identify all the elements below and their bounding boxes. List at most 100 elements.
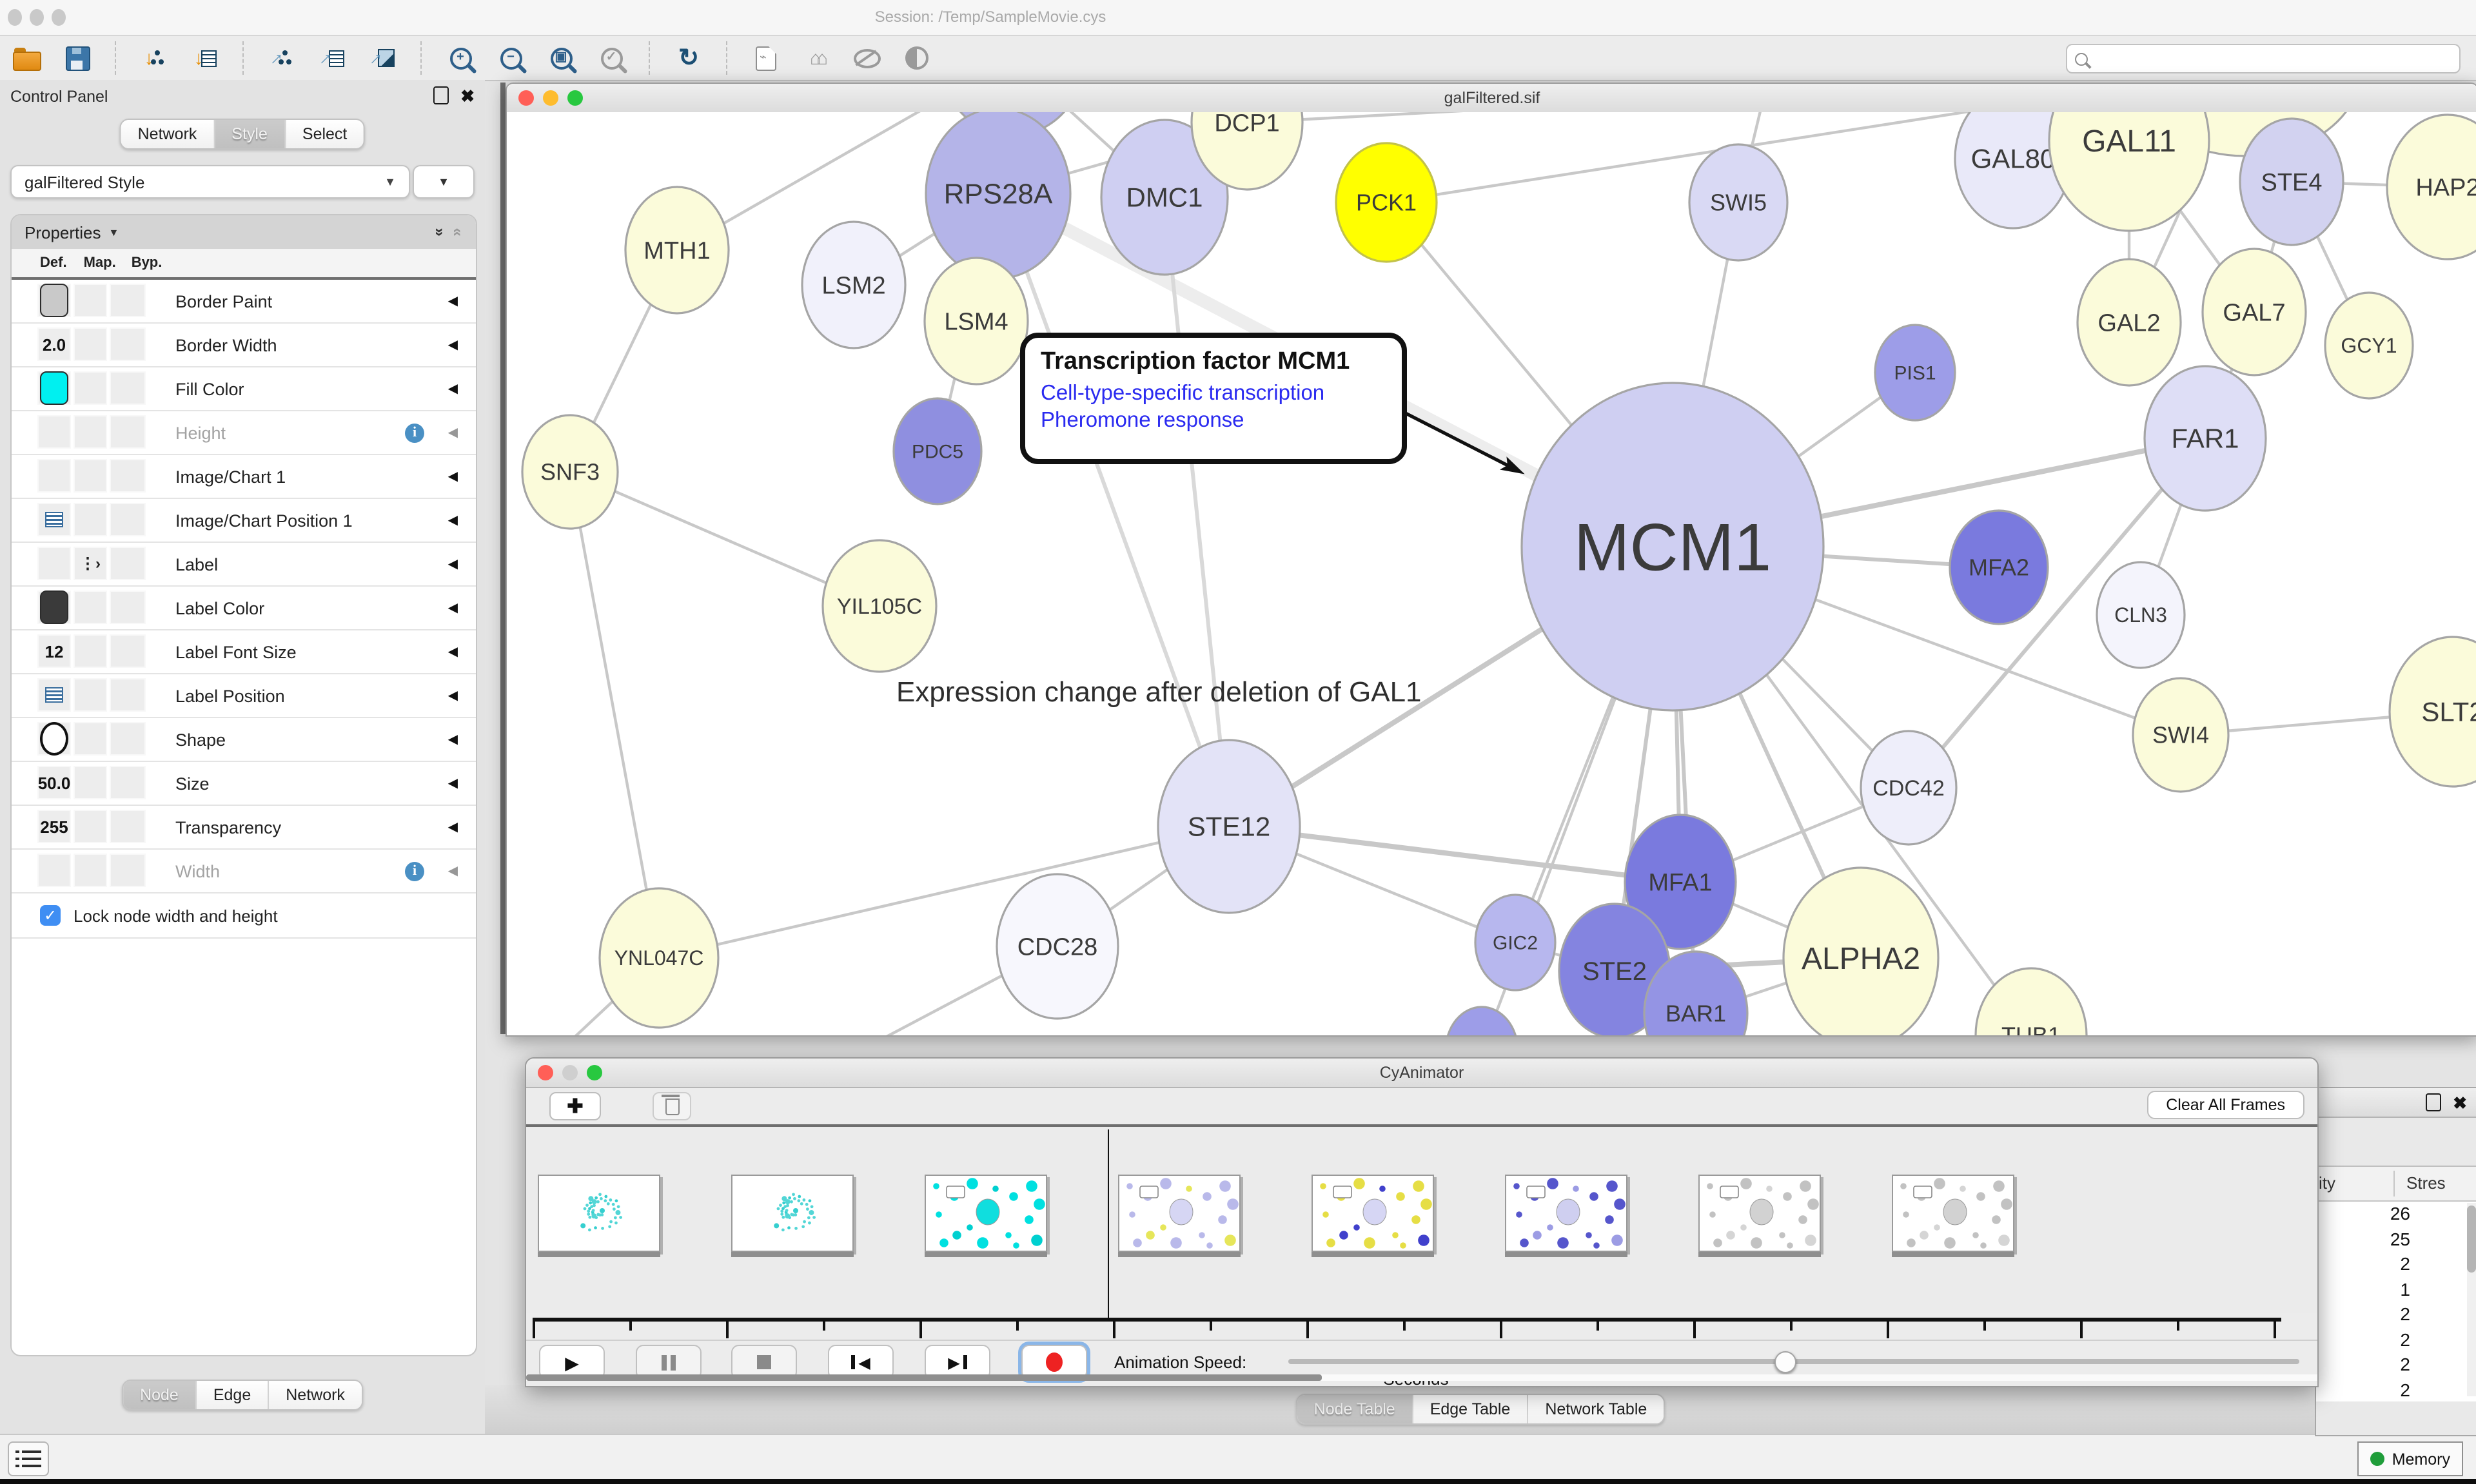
expand-row-icon[interactable]: ◀ [448, 601, 458, 615]
mapping-cell[interactable] [74, 503, 107, 536]
mapping-cell[interactable] [74, 722, 107, 756]
animation-speed-slider[interactable] [1288, 1359, 2299, 1364]
node-mcm1[interactable]: MCM1 [1522, 383, 1823, 710]
expand-row-icon[interactable]: ◀ [448, 732, 458, 747]
node-snf3[interactable]: SNF3 [522, 415, 618, 529]
property-row-label-position[interactable]: Label Position◀ [12, 674, 476, 718]
table-tab-edge-table[interactable]: Edge Table [1412, 1395, 1528, 1423]
annotation-link[interactable]: Pheromone response [1041, 408, 1386, 436]
maximize-icon[interactable] [587, 1065, 602, 1080]
hide-selected-icon[interactable] [850, 41, 883, 75]
frame-thumbnail-2[interactable] [925, 1175, 1047, 1252]
close-panel-icon[interactable]: ✖ [2453, 1094, 2467, 1111]
mapping-cell[interactable] [74, 854, 107, 887]
property-row-height[interactable]: Heighti◀ [12, 411, 476, 455]
bypass-cell[interactable] [110, 854, 146, 887]
annotation-link[interactable]: Cell-type-specific transcription [1041, 380, 1386, 408]
search-field[interactable] [2066, 44, 2461, 73]
mapping-cell[interactable] [74, 459, 107, 493]
properties-header[interactable]: Properties ▼ »« [12, 215, 476, 249]
expand-row-icon[interactable]: ◀ [448, 382, 458, 396]
bypass-cell[interactable] [110, 547, 146, 580]
bypass-cell[interactable] [110, 371, 146, 405]
frame-thumbnail-1[interactable] [731, 1175, 854, 1252]
cyanimator-titlebar[interactable]: CyAnimator [526, 1059, 2317, 1088]
table-row[interactable]: 1 [2316, 1277, 2476, 1302]
table-row[interactable]: 2 [2316, 1378, 2476, 1401]
column-header[interactable]: Stres [2406, 1173, 2446, 1193]
delete-frame-button[interactable] [653, 1092, 691, 1120]
bypass-cell[interactable] [110, 459, 146, 493]
bypass-cell[interactable] [110, 634, 146, 668]
default-value-cell[interactable]: 12 [37, 634, 71, 668]
frame-thumbnail-5[interactable] [1505, 1175, 1627, 1252]
info-icon[interactable]: i [405, 861, 424, 881]
open-session-icon[interactable] [10, 41, 44, 75]
node-lsm4[interactable]: LSM4 [925, 258, 1028, 384]
style-options-button[interactable]: ▼ [413, 165, 475, 199]
default-value-cell[interactable] [37, 547, 71, 580]
table-row[interactable]: 25 [2316, 1227, 2476, 1252]
style-selector[interactable]: galFiltered Style ▼ [10, 165, 410, 199]
node-hap2[interactable]: HAP2 [2387, 115, 2476, 259]
property-row-fill-color[interactable]: Fill Color◀ [12, 367, 476, 411]
save-session-icon[interactable] [61, 41, 94, 75]
column-divider[interactable] [2393, 1171, 2395, 1196]
color-swatch[interactable] [40, 284, 68, 317]
table-row[interactable]: 2 [2316, 1327, 2476, 1352]
bypass-cell[interactable] [110, 327, 146, 361]
property-row-border-paint[interactable]: Border Paint◀ [12, 280, 476, 324]
default-value-cell[interactable] [37, 503, 71, 536]
node-far1[interactable]: FAR1 [2145, 366, 2266, 511]
memory-button[interactable]: Memory [2357, 1441, 2463, 1476]
node-gal7[interactable]: GAL7 [2203, 249, 2306, 375]
default-value-cell[interactable] [37, 722, 71, 756]
bypass-cell[interactable] [110, 766, 146, 799]
bypass-cell[interactable] [110, 591, 146, 624]
property-row-width[interactable]: Widthi◀ [12, 850, 476, 893]
expand-row-icon[interactable]: ◀ [448, 294, 458, 308]
close-panel-icon[interactable]: ✖ [460, 87, 475, 104]
default-value-cell[interactable]: 255 [37, 810, 71, 843]
node-gal11[interactable]: GAL11 [2049, 112, 2209, 231]
minimize-window-icon[interactable] [30, 9, 44, 26]
network-snapshot-icon[interactable] [749, 41, 783, 75]
zoom-window-icon[interactable] [52, 9, 66, 26]
add-frame-button[interactable]: ✚ [549, 1092, 601, 1120]
network-window-titlebar[interactable]: galFiltered.sif [507, 84, 2476, 113]
property-row-size[interactable]: 50.0Size◀ [12, 762, 476, 806]
style-tab-node[interactable]: Node [123, 1381, 195, 1409]
table-row[interactable]: 2 [2316, 1352, 2476, 1378]
expand-row-icon[interactable]: ◀ [448, 338, 458, 352]
property-row-image-chart-1[interactable]: Image/Chart 1◀ [12, 455, 476, 499]
close-icon[interactable] [518, 90, 534, 106]
zoom-in-icon[interactable]: + [444, 41, 477, 75]
node-gic2[interactable]: GIC2 [1475, 895, 1555, 990]
frame-thumbnail-4[interactable] [1312, 1175, 1434, 1252]
node-rps28a[interactable]: RPS28A [926, 112, 1070, 278]
float-panel-icon[interactable] [2426, 1093, 2441, 1111]
bypass-cell[interactable] [110, 722, 146, 756]
node-swi4[interactable]: SWI4 [2133, 678, 2228, 792]
node-ste4[interactable]: STE4 [2240, 119, 2343, 245]
zoom-out-icon[interactable]: − [494, 41, 527, 75]
bypass-cell[interactable] [110, 415, 146, 449]
property-row-label-color[interactable]: Label Color◀ [12, 587, 476, 630]
property-row-border-width[interactable]: 2.0Border Width◀ [12, 324, 476, 367]
frame-thumbnail-7[interactable] [1892, 1175, 2014, 1252]
default-value-cell[interactable] [37, 854, 71, 887]
default-value-cell[interactable]: 50.0 [37, 766, 71, 799]
property-row-image-chart-position-1[interactable]: Image/Chart Position 1◀ [12, 499, 476, 543]
mapping-cell[interactable] [74, 284, 107, 317]
refresh-layout-icon[interactable]: ↻ [672, 41, 705, 75]
minimize-icon[interactable] [543, 90, 558, 106]
table-row[interactable]: 2 [2316, 1252, 2476, 1277]
color-swatch[interactable] [40, 591, 68, 624]
expand-row-icon[interactable]: ◀ [448, 820, 458, 834]
lock-size-checkbox[interactable]: ✓ [40, 905, 61, 926]
node-gal2[interactable]: GAL2 [2078, 259, 2181, 386]
default-value-cell[interactable] [37, 415, 71, 449]
node-pck1[interactable]: PCK1 [1336, 143, 1437, 262]
task-history-button[interactable] [8, 1441, 49, 1476]
network-canvas[interactable]: MTH1RPS28ADMC1DCP1PCK1SWI5GAL80GAL11STE4… [507, 112, 2476, 1035]
